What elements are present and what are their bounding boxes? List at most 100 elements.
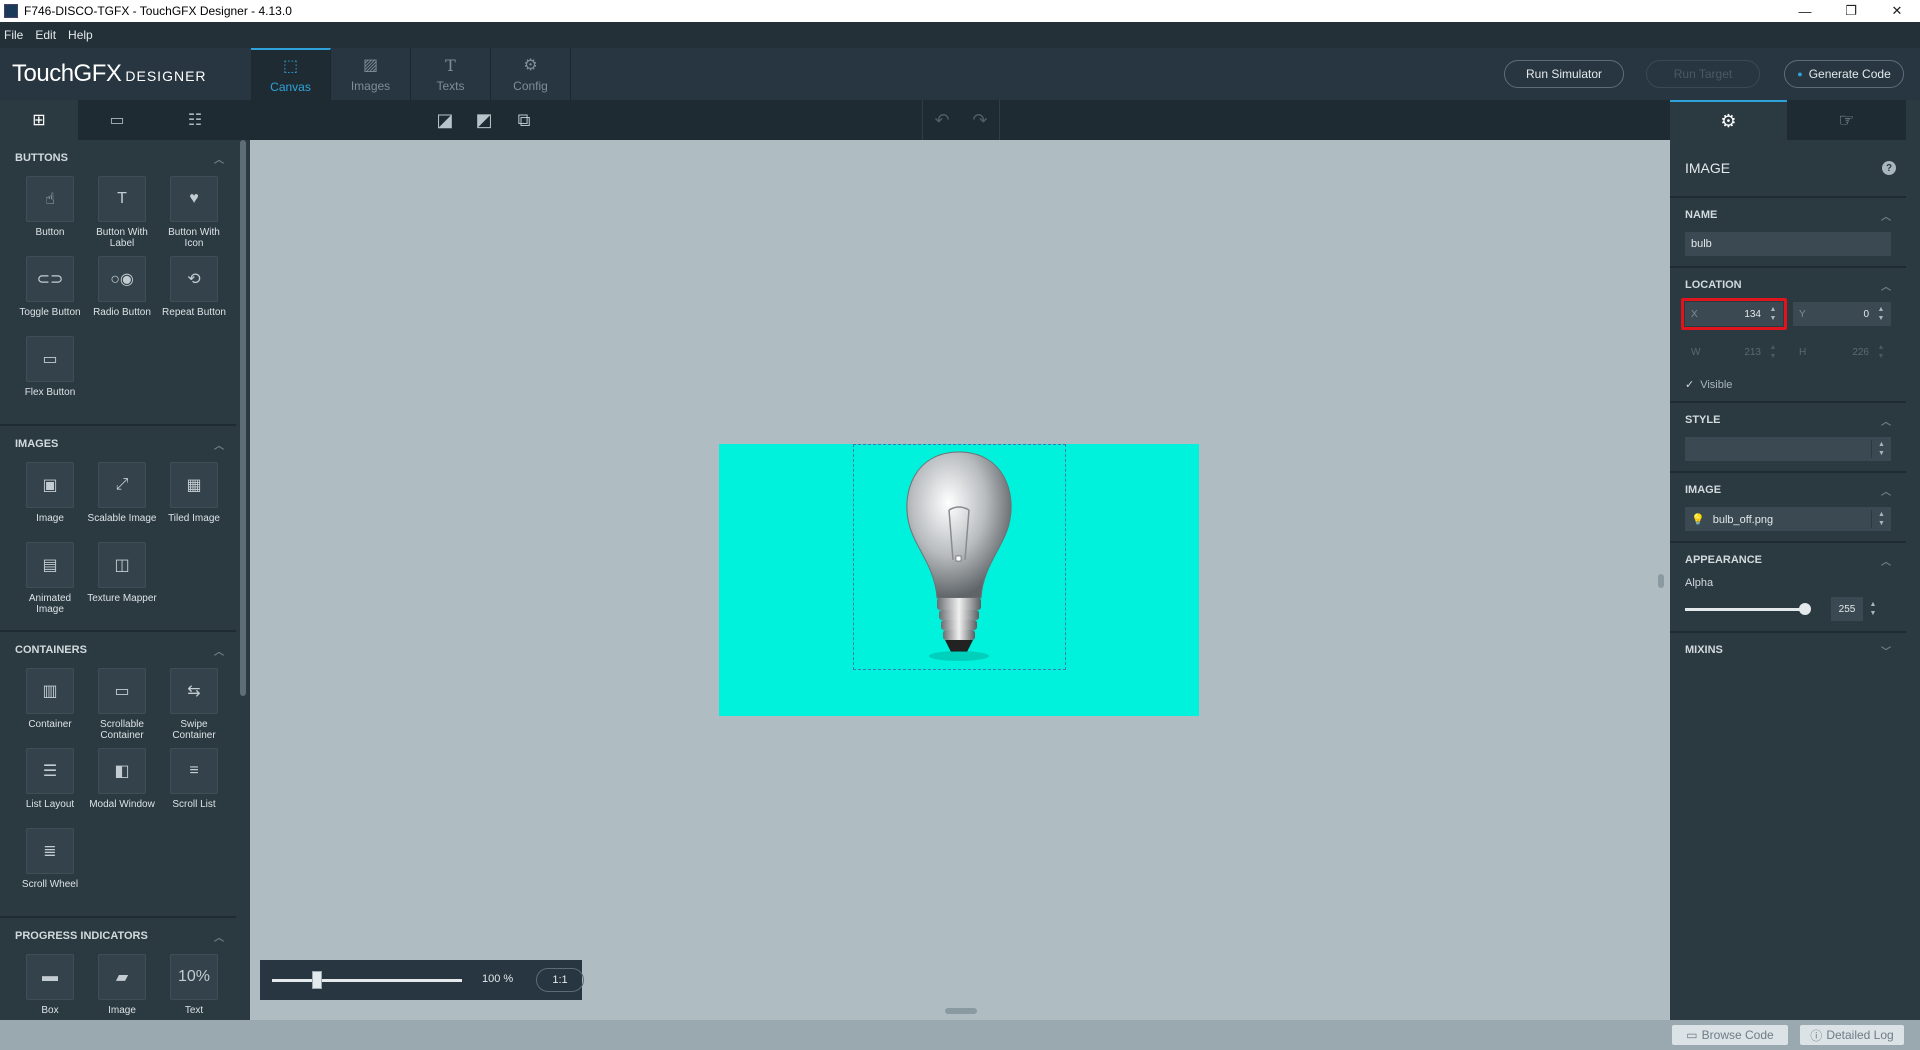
widget-item[interactable]: ☰ List Layout	[14, 748, 86, 828]
canvas-horizontal-scrollbar[interactable]	[945, 1008, 977, 1014]
redo-icon[interactable]: ↷	[972, 110, 987, 131]
style-spinner[interactable]: ▲ ▼	[1871, 440, 1887, 458]
widget-item[interactable]: ▭ Flex Button	[14, 336, 86, 416]
run-simulator-button[interactable]: Run Simulator	[1504, 60, 1624, 88]
widget-item[interactable]: ○◉ Radio Button	[86, 256, 158, 336]
section-header[interactable]: PROGRESS INDICATORS ︿	[0, 918, 236, 954]
section-header[interactable]: IMAGES ︿	[0, 426, 236, 462]
section-header[interactable]: BUTTONS ︿	[0, 140, 236, 176]
widget-item[interactable]: T Button With Label	[86, 176, 158, 256]
canvas-vertical-scrollbar[interactable]	[1658, 574, 1664, 588]
tab-properties[interactable]: ⚙	[1670, 100, 1787, 140]
widget-icon: ♥	[170, 176, 218, 222]
widget-item[interactable]: ⟲ Repeat Button	[158, 256, 230, 336]
spin-up-icon[interactable]: ▲	[1876, 510, 1887, 519]
scrollbar-thumb[interactable]	[240, 140, 246, 696]
menu-edit[interactable]: Edit	[31, 28, 64, 42]
bring-to-front-icon[interactable]: ⧉	[507, 106, 541, 134]
tab-canvas[interactable]: ⬚ Canvas	[251, 48, 331, 100]
detailed-log-button[interactable]: ⓘ Detailed Log	[1800, 1025, 1904, 1045]
widget-item[interactable]: ♥ Button With Icon	[158, 176, 230, 256]
widget-item[interactable]: ≡ Scroll List	[158, 748, 230, 828]
alpha-slider[interactable]	[1685, 602, 1811, 615]
chevron-up-icon[interactable]: ︿	[214, 437, 224, 452]
widget-item[interactable]: ▬ Box	[14, 954, 86, 1020]
tab-texts[interactable]: T Texts	[411, 48, 491, 100]
widget-item[interactable]: ⊂⊃ Toggle Button	[14, 256, 86, 336]
menu-help[interactable]: Help	[64, 28, 101, 42]
alpha-value[interactable]: 255	[1831, 597, 1863, 621]
image-select[interactable]: 💡 bulb_off.png ▲ ▼	[1685, 507, 1891, 531]
widget-item[interactable]: 10% Text	[158, 954, 230, 1020]
spin-down-icon[interactable]: ▼	[1876, 449, 1887, 458]
maximize-button[interactable]: ❐	[1828, 0, 1874, 22]
alpha-slider-handle[interactable]	[1799, 602, 1811, 615]
chevron-up-icon[interactable]: ︿	[1881, 278, 1891, 293]
visible-checkbox[interactable]: ✓ Visible	[1685, 378, 1891, 392]
browse-code-button[interactable]: ▭ Browse Code	[1672, 1025, 1788, 1045]
widget-item[interactable]: ▣ Image	[14, 462, 86, 542]
y-field[interactable]: Y 0 ▲ ▼	[1793, 302, 1891, 326]
section-header[interactable]: CONTAINERS ︿	[0, 632, 236, 668]
chevron-up-icon[interactable]: ︿	[1881, 208, 1891, 223]
chevron-up-icon[interactable]: ︿	[1881, 483, 1891, 498]
spin-up-icon[interactable]: ▲	[1876, 440, 1887, 449]
widget-item[interactable]: ◧ Modal Window	[86, 748, 158, 828]
widget-item[interactable]: ▦ Tiled Image	[158, 462, 230, 542]
menu-file[interactable]: File	[0, 28, 31, 42]
bring-forward-icon[interactable]: ◩	[467, 106, 501, 134]
widget-item[interactable]: ▭ Scrollable Container	[86, 668, 158, 748]
canvas-area[interactable]: 100 % 1:1	[250, 140, 1670, 1020]
chevron-down-icon[interactable]: ﹀	[1881, 643, 1891, 658]
widget-item[interactable]: ◫ Texture Mapper	[86, 542, 158, 622]
spin-up-icon: ▲	[1769, 344, 1777, 351]
style-label: STYLE	[1685, 414, 1721, 426]
zoom-slider-track[interactable]	[272, 979, 462, 982]
widget-label: Image	[36, 513, 64, 524]
widget-item[interactable]: ▥ Container	[14, 668, 86, 748]
help-icon[interactable]: ?	[1882, 161, 1896, 175]
y-value[interactable]: 0	[1813, 309, 1875, 320]
widget-label: Container	[28, 719, 72, 730]
widget-item[interactable]: ≣ Scroll Wheel	[14, 828, 86, 908]
minimize-button[interactable]: —	[1782, 0, 1828, 22]
spin-down-icon[interactable]: ▼	[1875, 314, 1887, 323]
tab-config[interactable]: ⚙ Config	[491, 48, 571, 100]
zoom-reset-button[interactable]: 1:1	[536, 968, 584, 992]
chevron-up-icon[interactable]: ︿	[214, 151, 224, 166]
y-spinner[interactable]: ▲ ▼	[1875, 305, 1887, 323]
run-target-button[interactable]: Run Target	[1646, 60, 1760, 88]
tab-interactions[interactable]: ☞	[1788, 100, 1905, 140]
name-input[interactable]: bulb	[1685, 232, 1891, 256]
chevron-up-icon[interactable]: ︿	[1881, 413, 1891, 428]
x-field[interactable]: X 134 ▲ ▼	[1681, 298, 1787, 330]
send-backward-icon[interactable]: ◪	[428, 106, 462, 134]
spin-up-icon[interactable]: ▲	[1875, 305, 1887, 314]
widget-item[interactable]: ▤ Animated Image	[14, 542, 86, 622]
spin-up-icon[interactable]: ▲	[1867, 600, 1879, 609]
chevron-up-icon[interactable]: ︿	[1881, 553, 1891, 568]
widget-item[interactable]: ⇆ Swipe Container	[158, 668, 230, 748]
zoom-slider-handle[interactable]	[312, 971, 322, 989]
tab-images[interactable]: ▨ Images	[331, 48, 411, 100]
style-select[interactable]: ▲ ▼	[1685, 437, 1891, 461]
tree-icon: ☷	[187, 112, 203, 129]
spin-down-icon[interactable]: ▼	[1876, 519, 1887, 528]
alpha-spinner[interactable]: ▲ ▼	[1867, 600, 1879, 618]
chevron-up-icon[interactable]: ︿	[214, 643, 224, 658]
screen-background[interactable]	[719, 444, 1199, 716]
tab-tree[interactable]: ☷	[156, 100, 234, 140]
widget-item[interactable]: ☝ Button	[14, 176, 86, 256]
spin-down-icon[interactable]: ▼	[1867, 609, 1879, 618]
selection-box[interactable]	[853, 444, 1066, 670]
widget-item[interactable]: ⤢ Scalable Image	[86, 462, 158, 542]
image-spinner[interactable]: ▲ ▼	[1871, 510, 1887, 528]
undo-icon[interactable]: ↶	[934, 110, 949, 131]
tab-screens[interactable]: ▭	[78, 100, 156, 140]
generate-code-button[interactable]: ● Generate Code	[1784, 60, 1904, 88]
tab-add-widget[interactable]: ⊞	[0, 100, 78, 140]
widget-item[interactable]: ▰ Image	[86, 954, 158, 1020]
chevron-up-icon[interactable]: ︿	[214, 929, 224, 944]
widget-panel-scrollbar[interactable]	[236, 140, 250, 1020]
close-button[interactable]: ✕	[1874, 0, 1920, 22]
